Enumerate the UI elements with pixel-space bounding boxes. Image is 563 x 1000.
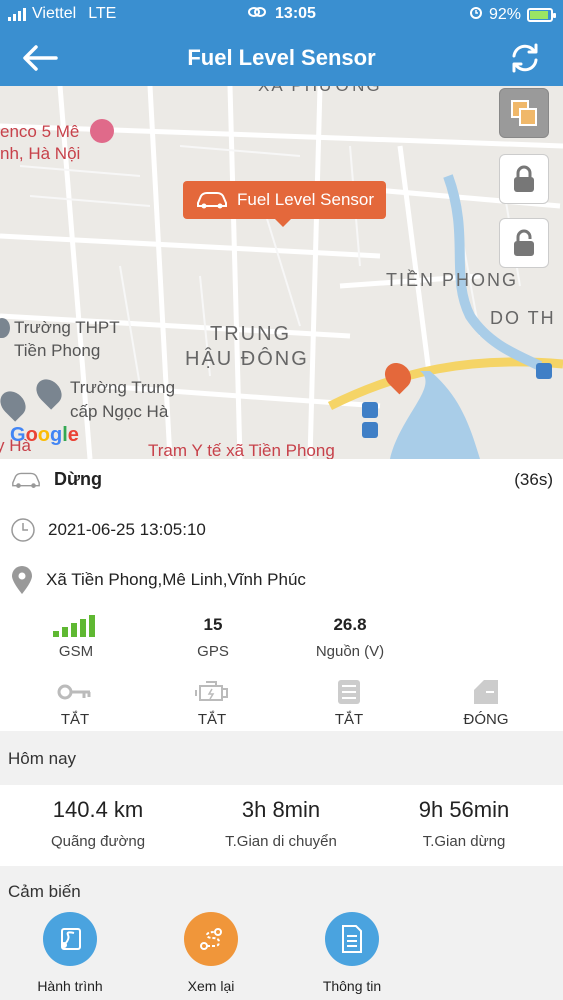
info-button-circle — [325, 912, 379, 966]
distance-value: 140.4 km — [52, 797, 144, 822]
playback-label: Xem lại — [187, 978, 235, 994]
route-label: Hành trình — [37, 978, 103, 994]
door-state-label: ĐÓNG — [463, 711, 509, 728]
vehicle-state-row: Dừng (36s) — [10, 469, 553, 490]
map-label-trung-cap: Trường Trung cấp Ngọc Hà — [70, 378, 176, 421]
clock-time: 13:05 — [275, 5, 316, 22]
ac-icon — [338, 680, 360, 704]
clock-icon — [11, 518, 35, 542]
vehicle-state: Dừng — [54, 469, 103, 489]
map-label-trung: TRUNG — [210, 323, 292, 345]
distance-label: Quãng đường — [50, 833, 146, 850]
ac-state-label: TẮT — [334, 711, 364, 728]
gsm-metric: GSM — [6, 615, 146, 660]
unlock-button[interactable] — [499, 218, 549, 268]
distance-stat: 140.4 km Quãng đường — [3, 797, 193, 850]
door-state: ĐÓNG — [426, 677, 546, 728]
key-state: TẮT — [15, 677, 135, 728]
engine-state: TẮT — [152, 677, 272, 728]
engine-state-label: TẮT — [197, 711, 227, 728]
map-label-do-th: DO TH — [490, 308, 556, 328]
gsm-label: GSM — [58, 643, 94, 660]
refresh-button[interactable] — [507, 40, 543, 76]
map-label-thpt: Trường THPT Tiền Phong — [14, 318, 120, 360]
gps-metric: 15 GPS — [143, 615, 283, 660]
stopped-time-stat: 9h 56min T.Gian dừng — [369, 797, 559, 850]
vehicle-marker[interactable]: Fuel Level Sensor — [183, 181, 387, 227]
gsm-bar — [80, 619, 86, 637]
bus-stop-icon — [362, 402, 378, 418]
map-label-tien-phong: TIỀN PHONG — [386, 270, 519, 290]
moving-time-label: T.Gian di chuyển — [225, 833, 337, 850]
battery-icon — [527, 7, 556, 22]
map-label-tram-y-te: Tram Y tế xã Tiền Phong — [148, 441, 335, 459]
lock-button[interactable] — [499, 154, 549, 204]
gps-label: GPS — [197, 643, 229, 660]
moving-time-value: 3h 8min — [241, 797, 321, 822]
map-label-xuan-phuong: XÂ PHƯƠNG — [258, 86, 382, 96]
map-label-hotel: enco 5 Mê nh, Hà Nội — [0, 122, 81, 163]
link-icon — [247, 5, 267, 24]
key-icon — [57, 684, 91, 700]
layers-icon — [511, 100, 537, 126]
route-button[interactable]: Hành trình — [15, 912, 125, 994]
route-button-circle — [43, 912, 97, 966]
route-icon — [61, 928, 81, 950]
alarm-icon — [469, 5, 483, 24]
power-value: 26.8 — [333, 615, 367, 634]
info-label: Thông tin — [322, 978, 382, 994]
gsm-bar — [62, 627, 68, 637]
power-label: Nguồn (V) — [315, 643, 385, 660]
refresh-icon — [512, 43, 538, 73]
vehicle-info-panel: Dừng (36s) 2021-06-25 13:05:10 Xã Tiền P… — [0, 459, 563, 729]
gsm-signal-icon — [6, 615, 146, 637]
map-label-hau-dong: HẬU ĐÔNG — [185, 348, 309, 370]
gsm-bar — [89, 615, 95, 637]
location-pin-icon — [12, 566, 32, 594]
unlock-icon — [514, 229, 534, 256]
timestamp-row: 2021-06-25 13:05:10 — [10, 517, 206, 543]
address: Xã Tiền Phong,Mê Linh,Vĩnh Phúc — [46, 570, 306, 589]
map-view[interactable]: XÂ PHƯƠNG enco 5 Mê nh, Hà Nội TIỀN PHON… — [0, 86, 563, 459]
google-logo: Google — [10, 424, 79, 446]
marker-label: Fuel Level Sensor — [237, 190, 375, 209]
state-duration: (36s) — [514, 470, 553, 489]
gps-value: 15 — [203, 615, 223, 634]
top-bar: Viettel LTE 13:05 92% Fuel Level Sensor — [0, 0, 563, 86]
car-outline-icon — [12, 472, 40, 488]
stopped-time-value: 9h 56min — [418, 797, 510, 822]
car-icon — [197, 192, 227, 209]
moving-time-stat: 3h 8min T.Gian di chuyển — [186, 797, 376, 850]
engine-icon — [195, 681, 228, 701]
today-stats: 140.4 km Quãng đường 3h 8min T.Gian di c… — [0, 785, 563, 865]
door-icon — [474, 680, 498, 704]
layers-button[interactable] — [499, 88, 549, 138]
key-state-label: TẮT — [60, 711, 90, 728]
today-heading: Hôm nay — [0, 731, 563, 785]
playback-button[interactable]: Xem lại — [156, 912, 266, 994]
nav-bar: Fuel Level Sensor — [0, 30, 563, 86]
sensors-heading: Cảm biến — [0, 866, 563, 908]
bus-stop-icon — [536, 363, 552, 379]
lock-icon — [514, 165, 534, 192]
status-right: 92% — [469, 5, 556, 24]
power-metric: 26.8 Nguồn (V) — [280, 615, 420, 660]
gsm-bar — [53, 631, 59, 637]
bus-stop-icon — [362, 422, 378, 438]
ac-state: TẮT — [289, 677, 409, 728]
hotel-icon — [90, 119, 114, 143]
status-bar: Viettel LTE 13:05 92% — [0, 0, 563, 30]
sensor-buttons: Hành trình Xem lại Thông tin — [0, 908, 563, 1000]
stopped-time-label: T.Gian dừng — [422, 833, 506, 850]
playback-icon — [200, 928, 222, 950]
battery-percent: 92% — [488, 5, 521, 23]
page-title: Fuel Level Sensor — [187, 45, 376, 70]
playback-button-circle — [184, 912, 238, 966]
document-icon — [342, 925, 362, 953]
info-button[interactable]: Thông tin — [297, 912, 407, 994]
address-row: Xã Tiền Phong,Mê Linh,Vĩnh Phúc — [10, 565, 306, 595]
timestamp: 2021-06-25 13:05:10 — [48, 520, 206, 539]
gsm-bar — [71, 623, 77, 637]
